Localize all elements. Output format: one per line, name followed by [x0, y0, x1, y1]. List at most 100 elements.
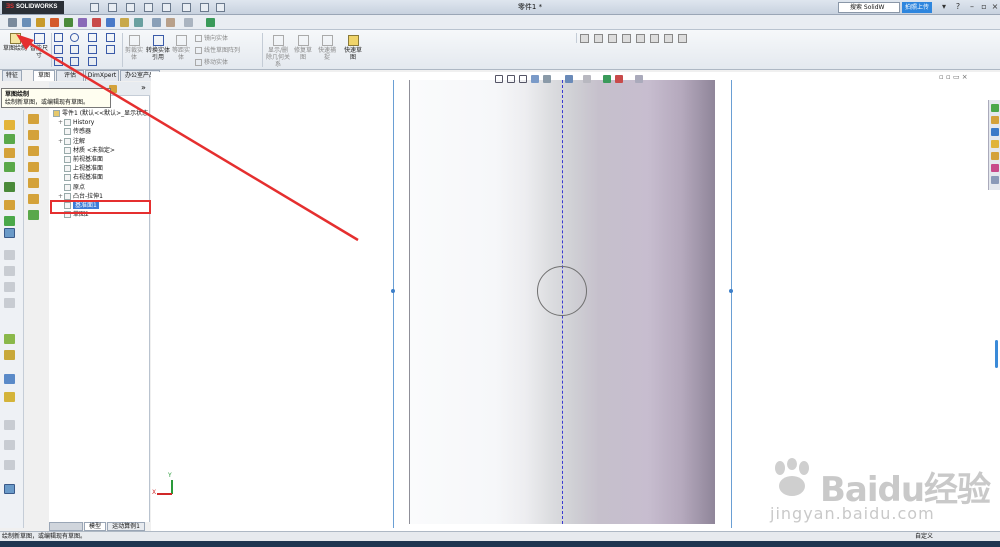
- grid-icon[interactable]: [152, 18, 161, 27]
- instant3d-icon[interactable]: [4, 228, 15, 238]
- resources-icon[interactable]: [991, 104, 999, 112]
- toolbox-icon[interactable]: [4, 392, 15, 402]
- sketch-circle[interactable]: [537, 266, 587, 316]
- trim-entities-button[interactable]: 剪裁实体: [124, 35, 144, 61]
- reference-icon[interactable]: [4, 200, 15, 210]
- fillet-sketch-icon[interactable]: [70, 57, 79, 66]
- smart-dimension-button[interactable]: 智能尺寸: [28, 33, 50, 59]
- tree-item[interactable]: + History: [58, 119, 94, 127]
- upload-button[interactable]: 拍照上传: [902, 2, 932, 13]
- point-icon[interactable]: [88, 57, 97, 66]
- view-settings-icon[interactable]: [635, 75, 643, 83]
- tool-icon-8[interactable]: [678, 34, 687, 43]
- scene-icon[interactable]: [615, 75, 623, 83]
- expand-panel-icon[interactable]: »: [141, 83, 146, 92]
- tool-icon-1[interactable]: [580, 34, 589, 43]
- curve-icon[interactable]: [4, 216, 15, 226]
- extrude-icon[interactable]: [4, 134, 15, 144]
- tab-sketch[interactable]: 草图: [33, 70, 55, 81]
- scroll-handle[interactable]: [995, 340, 998, 368]
- edge-point-left[interactable]: [391, 289, 395, 293]
- help-icon[interactable]: ?: [952, 2, 964, 13]
- boss-icon[interactable]: [28, 114, 39, 124]
- ellipse-icon[interactable]: [88, 45, 97, 54]
- tree-item[interactable]: 原点: [58, 183, 85, 192]
- text-icon[interactable]: [106, 33, 115, 42]
- cube-icon[interactable]: [8, 18, 17, 27]
- rib-icon[interactable]: [134, 18, 143, 27]
- view-icon[interactable]: [22, 18, 31, 27]
- custom-properties-icon[interactable]: [991, 176, 999, 184]
- move-entities-button[interactable]: 移动实体: [195, 57, 228, 66]
- sketch-button[interactable]: 草图绘制: [3, 33, 27, 52]
- open-file-icon[interactable]: [108, 3, 117, 12]
- design-library-icon[interactable]: [991, 116, 999, 124]
- tool-icon-7[interactable]: [664, 34, 673, 43]
- wrap-icon[interactable]: [28, 194, 39, 204]
- slot-icon[interactable]: [54, 57, 63, 66]
- tree-item[interactable]: + 注解: [58, 137, 85, 146]
- convert-entities-button[interactable]: 转换实体引用: [146, 35, 170, 61]
- tree-item[interactable]: 传感器: [58, 128, 91, 136]
- tool-icon-6[interactable]: [650, 34, 659, 43]
- select-filter-icon[interactable]: [184, 18, 193, 27]
- zoom-area-icon[interactable]: [507, 75, 515, 83]
- tab-model[interactable]: 模型: [84, 522, 106, 531]
- tree-item[interactable]: 材质 <未指定>: [58, 146, 115, 155]
- options-icon[interactable]: [216, 3, 225, 12]
- tab-scroll[interactable]: [49, 522, 83, 531]
- section-view-icon[interactable]: [531, 75, 539, 83]
- select-icon[interactable]: [182, 3, 191, 12]
- dome-icon[interactable]: [28, 210, 39, 220]
- display-relations-button[interactable]: 显示/删除几何关系: [265, 35, 291, 68]
- appearance-icon[interactable]: [206, 18, 215, 27]
- hole-icon[interactable]: [4, 374, 15, 384]
- tree-item[interactable]: 上视基准面: [58, 165, 103, 173]
- fillet-icon[interactable]: [106, 18, 115, 27]
- silhouette-edge-left[interactable]: [393, 80, 394, 528]
- save-icon[interactable]: [126, 3, 135, 12]
- revolve-tool-icon[interactable]: [4, 148, 15, 158]
- shell-icon[interactable]: [92, 18, 101, 27]
- display-style-icon[interactable]: [565, 75, 573, 83]
- boss-sweep-icon[interactable]: [28, 146, 39, 156]
- silhouette-edge-right[interactable]: [731, 80, 732, 528]
- edit-appearance-icon[interactable]: [603, 75, 611, 83]
- rapid-sketch-button[interactable]: 快速草图: [342, 35, 364, 61]
- status-mode[interactable]: 自定义: [915, 532, 933, 541]
- viewport-window-controls[interactable]: ▫ ▫ ▭ ×: [939, 73, 995, 82]
- circle-icon[interactable]: [70, 33, 79, 42]
- undo-icon[interactable]: [162, 3, 171, 12]
- wizard-icon[interactable]: [4, 350, 15, 360]
- tool-icon-5[interactable]: [636, 34, 645, 43]
- previous-view-icon[interactable]: [519, 75, 527, 83]
- tool-icon-3[interactable]: [608, 34, 617, 43]
- solidworks-logo[interactable]: ƎS SOLIDWORKS: [2, 1, 64, 14]
- boss-boundary-icon[interactable]: [28, 178, 39, 188]
- revolve-icon[interactable]: [36, 18, 45, 27]
- tree-root[interactable]: 零件1 (默认<<默认>_显示状态: [53, 110, 148, 118]
- chamfer-icon[interactable]: [120, 18, 129, 27]
- search-input[interactable]: 搜索 SolidW: [838, 2, 900, 13]
- sweep-icon[interactable]: [64, 18, 73, 27]
- boss-revolve-icon[interactable]: [28, 130, 39, 140]
- polygon-icon[interactable]: [70, 45, 79, 54]
- tree-item[interactable]: 前视基准面: [58, 156, 103, 164]
- rebuild-icon[interactable]: [200, 3, 209, 12]
- tab-evaluate[interactable]: 评估: [56, 70, 84, 81]
- tab-dimxpert[interactable]: DimXpert: [85, 70, 119, 81]
- view-orientation-icon[interactable]: [543, 75, 551, 83]
- tool-icon-2[interactable]: [594, 34, 603, 43]
- minimize-icon[interactable]: –: [966, 2, 978, 13]
- view-palette-icon[interactable]: [991, 152, 999, 160]
- repair-sketch-button[interactable]: 修复草图: [292, 35, 314, 61]
- quick-snaps-button[interactable]: 快速捕捉: [316, 35, 338, 61]
- cut-icon[interactable]: [4, 162, 15, 172]
- print-icon[interactable]: [144, 3, 153, 12]
- dropdown-icon[interactable]: ▾: [938, 2, 950, 13]
- tool-icon-4[interactable]: [622, 34, 631, 43]
- spline-icon[interactable]: [88, 33, 97, 42]
- offset-entities-button[interactable]: 等距实体: [171, 35, 191, 61]
- mirror-entities-button[interactable]: 镜向实体: [195, 33, 228, 42]
- feature-icon[interactable]: [50, 18, 59, 27]
